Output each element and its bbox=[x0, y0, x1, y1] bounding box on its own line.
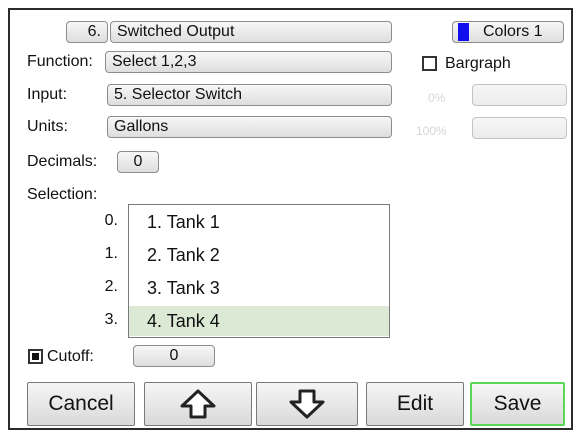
output-number-field[interactable]: 6. bbox=[66, 21, 108, 43]
selection-listbox[interactable]: 1. Tank 1 2. Tank 2 3. Tank 3 4. Tank 4 bbox=[128, 204, 390, 338]
list-item[interactable]: 1. Tank 1 bbox=[129, 207, 389, 237]
bargraph-label: Bargraph bbox=[445, 55, 511, 72]
colors-label: Colors 1 bbox=[483, 23, 543, 40]
input-label: Input: bbox=[27, 86, 68, 103]
switched-output-dialog: 6. Switched Output Colors 1 Function: Se… bbox=[8, 8, 573, 430]
selection-index-3: 3. bbox=[104, 311, 118, 328]
selection-index-2: 2. bbox=[104, 278, 118, 295]
range-low-label: 0% bbox=[428, 91, 446, 105]
arrow-down-icon bbox=[289, 389, 325, 419]
edit-button[interactable]: Edit bbox=[366, 382, 464, 426]
bargraph-checkbox[interactable] bbox=[422, 56, 437, 71]
list-item-selected[interactable]: 4. Tank 4 bbox=[129, 306, 389, 336]
decimals-label: Decimals: bbox=[27, 153, 98, 170]
decimals-field[interactable]: 0 bbox=[117, 151, 159, 173]
selection-label: Selection: bbox=[27, 186, 98, 203]
units-label: Units: bbox=[27, 118, 68, 135]
cutoff-label: Cutoff: bbox=[47, 348, 94, 365]
down-button[interactable] bbox=[256, 382, 358, 426]
range-high-field bbox=[472, 117, 567, 139]
cutoff-checkbox[interactable] bbox=[28, 349, 43, 364]
save-button[interactable]: Save bbox=[470, 382, 565, 426]
list-item[interactable]: 3. Tank 3 bbox=[129, 273, 389, 303]
function-field[interactable]: Select 1,2,3 bbox=[105, 51, 392, 73]
colors-button[interactable]: Colors 1 bbox=[452, 21, 564, 43]
range-high-label: 100% bbox=[416, 124, 447, 138]
cutoff-field[interactable]: 0 bbox=[133, 345, 215, 367]
cancel-button[interactable]: Cancel bbox=[27, 382, 135, 426]
color-swatch bbox=[458, 23, 469, 41]
selection-index-1: 1. bbox=[104, 245, 118, 262]
selection-index-0: 0. bbox=[104, 212, 118, 229]
output-name-field[interactable]: Switched Output bbox=[110, 21, 392, 43]
list-item[interactable]: 2. Tank 2 bbox=[129, 240, 389, 270]
up-button[interactable] bbox=[144, 382, 252, 426]
units-field[interactable]: Gallons bbox=[107, 116, 392, 138]
range-low-field bbox=[472, 84, 567, 106]
input-field[interactable]: 5. Selector Switch bbox=[107, 84, 392, 106]
arrow-up-icon bbox=[180, 389, 216, 419]
function-label: Function: bbox=[27, 53, 93, 70]
